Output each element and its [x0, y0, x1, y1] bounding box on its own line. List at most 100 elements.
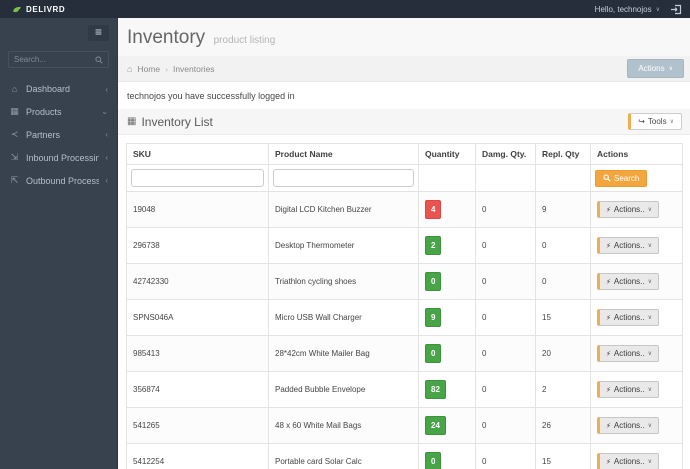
sidebar-item[interactable]: ⇲ Inbound Processing ‹ — [0, 146, 117, 169]
row-actions-button[interactable]: ⚡ Actions.. ∨ — [597, 381, 660, 398]
sku-cell: 985413 — [126, 335, 269, 372]
table-filter-row: Search — [126, 164, 683, 192]
column-header-actions: Actions — [590, 143, 683, 165]
row-actions-button[interactable]: ⚡ Actions.. ∨ — [597, 201, 660, 218]
table-row: 356874 Padded Bubble Envelope 82 0 2 ⚡ A… — [126, 371, 683, 408]
row-actions-label: Actions.. — [613, 277, 645, 286]
breadcrumb-current: Inventories — [172, 63, 215, 74]
breadcrumb-home-link[interactable]: Home — [137, 64, 160, 74]
sidebar-search-input[interactable] — [14, 55, 95, 64]
chevron-down-icon: ∨ — [647, 279, 653, 285]
page-title: Inventory — [127, 27, 206, 48]
repl-qty-cell: 26 — [535, 407, 591, 444]
row-actions-button[interactable]: ⚡ Actions.. ∨ — [597, 237, 660, 254]
chevron-down-icon: ∨ — [647, 459, 653, 465]
sidebar: ≡ ⌂ Dashboard ‹ ▦ Products ⌄ ≺ Partners … — [0, 18, 118, 469]
chevron-down-icon: ∨ — [647, 387, 653, 393]
quantity-cell: 9 — [418, 299, 476, 336]
sidebar-item-label: Partners — [26, 129, 61, 140]
sidebar-item[interactable]: ▦ Products ⌄ — [0, 100, 117, 123]
actions-cell: ⚡ Actions.. ∨ — [590, 299, 683, 336]
quantity-cell: 24 — [418, 407, 476, 444]
search-button[interactable]: Search — [595, 169, 648, 187]
product-name-cell: 28*42cm White Mailer Bag — [268, 335, 419, 372]
table-row: 19048 Digital LCD Kitchen Buzzer 4 0 9 ⚡… — [126, 191, 683, 228]
lightning-icon: ⚡ — [606, 386, 611, 394]
quantity-badge: 82 — [425, 380, 446, 399]
row-actions-label: Actions.. — [613, 349, 645, 358]
damaged-qty-cell: 0 — [475, 191, 536, 228]
product-name-cell: 48 x 60 White Mail Bags — [268, 407, 419, 444]
repl-qty-cell: 15 — [535, 443, 591, 469]
product-name-filter-input[interactable] — [273, 169, 414, 187]
tools-label: Tools — [647, 117, 667, 126]
sidebar-item[interactable]: ⇱ Outbound Processing ‹ — [0, 169, 117, 192]
damaged-qty-cell: 0 — [475, 335, 536, 372]
column-header-damaged-qty[interactable]: Damg. Qty. — [475, 143, 536, 165]
actions-cell: ⚡ Actions.. ∨ — [590, 263, 683, 300]
product-name-cell: Triathlon cycling shoes — [268, 263, 419, 300]
panel-title-text: Inventory List — [141, 114, 213, 129]
product-name-cell: Padded Bubble Envelope — [268, 371, 419, 408]
chevron-down-icon: ∨ — [647, 315, 653, 321]
lightning-icon: ⚡ — [606, 242, 611, 250]
brand-bird-icon — [13, 6, 21, 12]
table-row: 985413 28*42cm White Mailer Bag 0 0 20 ⚡… — [126, 335, 683, 372]
brand-logo[interactable]: DELIVRD — [12, 5, 65, 14]
lightning-icon: ⚡ — [606, 350, 611, 358]
flash-message: technojos you have successfully logged i… — [127, 91, 295, 101]
quantity-badge: 0 — [425, 452, 442, 469]
sidebar-item-icon: ≺ — [10, 129, 19, 139]
damaged-qty-cell: 0 — [475, 407, 536, 444]
sidebar-toggle-button[interactable]: ≡ — [88, 25, 109, 41]
actions-cell: ⚡ Actions.. ∨ — [590, 371, 683, 408]
home-icon: ⌂ — [127, 63, 133, 74]
tools-button[interactable]: ↪ Tools ∨ — [628, 113, 682, 130]
user-menu[interactable]: Hello, technojos ∨ — [595, 5, 660, 14]
actions-cell: ⚡ Actions.. ∨ — [590, 443, 683, 469]
sku-filter-input[interactable] — [131, 169, 264, 187]
sidebar-item[interactable]: ⌂ Dashboard ‹ — [0, 78, 117, 100]
quantity-cell: 0 — [418, 335, 476, 372]
quantity-badge: 0 — [425, 272, 442, 291]
quantity-badge: 24 — [425, 416, 446, 435]
inventory-table-wrap: SKU Product Name Quantity Damg. Qty. Rep… — [118, 135, 690, 469]
row-actions-button[interactable]: ⚡ Actions.. ∨ — [597, 309, 660, 326]
sidebar-item[interactable]: ≺ Partners ‹ — [0, 123, 117, 146]
search-icon — [95, 55, 103, 64]
chevron-icon: ‹ — [105, 130, 108, 139]
chevron-icon: ‹ — [105, 84, 108, 94]
breadcrumb: ⌂ Home › Inventories — [127, 64, 215, 74]
sidebar-item-label: Products — [26, 106, 62, 117]
chevron-down-icon: ∨ — [669, 119, 674, 125]
sidebar-item-label: Dashboard — [26, 84, 71, 94]
sidebar-item-icon: ⇱ — [10, 175, 19, 185]
quantity-cell: 0 — [418, 443, 476, 469]
table-row: 541265 48 x 60 White Mail Bags 24 0 26 ⚡… — [126, 407, 683, 444]
row-actions-button[interactable]: ⚡ Actions.. ∨ — [597, 417, 660, 434]
navbar-right: Hello, technojos ∨ — [595, 4, 682, 15]
logout-icon[interactable] — [670, 4, 682, 15]
chevron-icon: ‹ — [105, 153, 108, 162]
row-actions-button[interactable]: ⚡ Actions.. ∨ — [597, 453, 660, 469]
column-header-quantity[interactable]: Quantity — [418, 143, 476, 165]
lightning-icon: ⚡ — [606, 458, 611, 466]
actions-cell: ⚡ Actions.. ∨ — [590, 227, 683, 264]
chevron-down-icon: ∨ — [655, 6, 660, 13]
column-header-product-name[interactable]: Product Name — [268, 143, 419, 165]
quantity-badge: 9 — [425, 308, 442, 327]
repl-qty-cell: 9 — [535, 191, 591, 228]
chevron-down-icon: ∨ — [647, 243, 653, 249]
chevron-down-icon: ∨ — [668, 66, 673, 72]
chevron-down-icon: ∨ — [647, 207, 653, 213]
column-header-sku[interactable]: SKU — [126, 143, 269, 165]
column-header-repl-qty[interactable]: Repl. Qty — [535, 143, 591, 165]
row-actions-button[interactable]: ⚡ Actions.. ∨ — [597, 345, 660, 362]
quantity-cell: 82 — [418, 371, 476, 408]
sku-cell: SPNS046A — [126, 299, 269, 336]
header-actions-button[interactable]: Actions ∨ — [627, 59, 684, 78]
row-actions-button[interactable]: ⚡ Actions.. ∨ — [597, 273, 660, 290]
repl-qty-cell: 0 — [535, 263, 591, 300]
panel-header: ▦ Inventory List ↪ Tools ∨ — [118, 109, 690, 135]
chevron-down-icon: ∨ — [647, 351, 653, 357]
